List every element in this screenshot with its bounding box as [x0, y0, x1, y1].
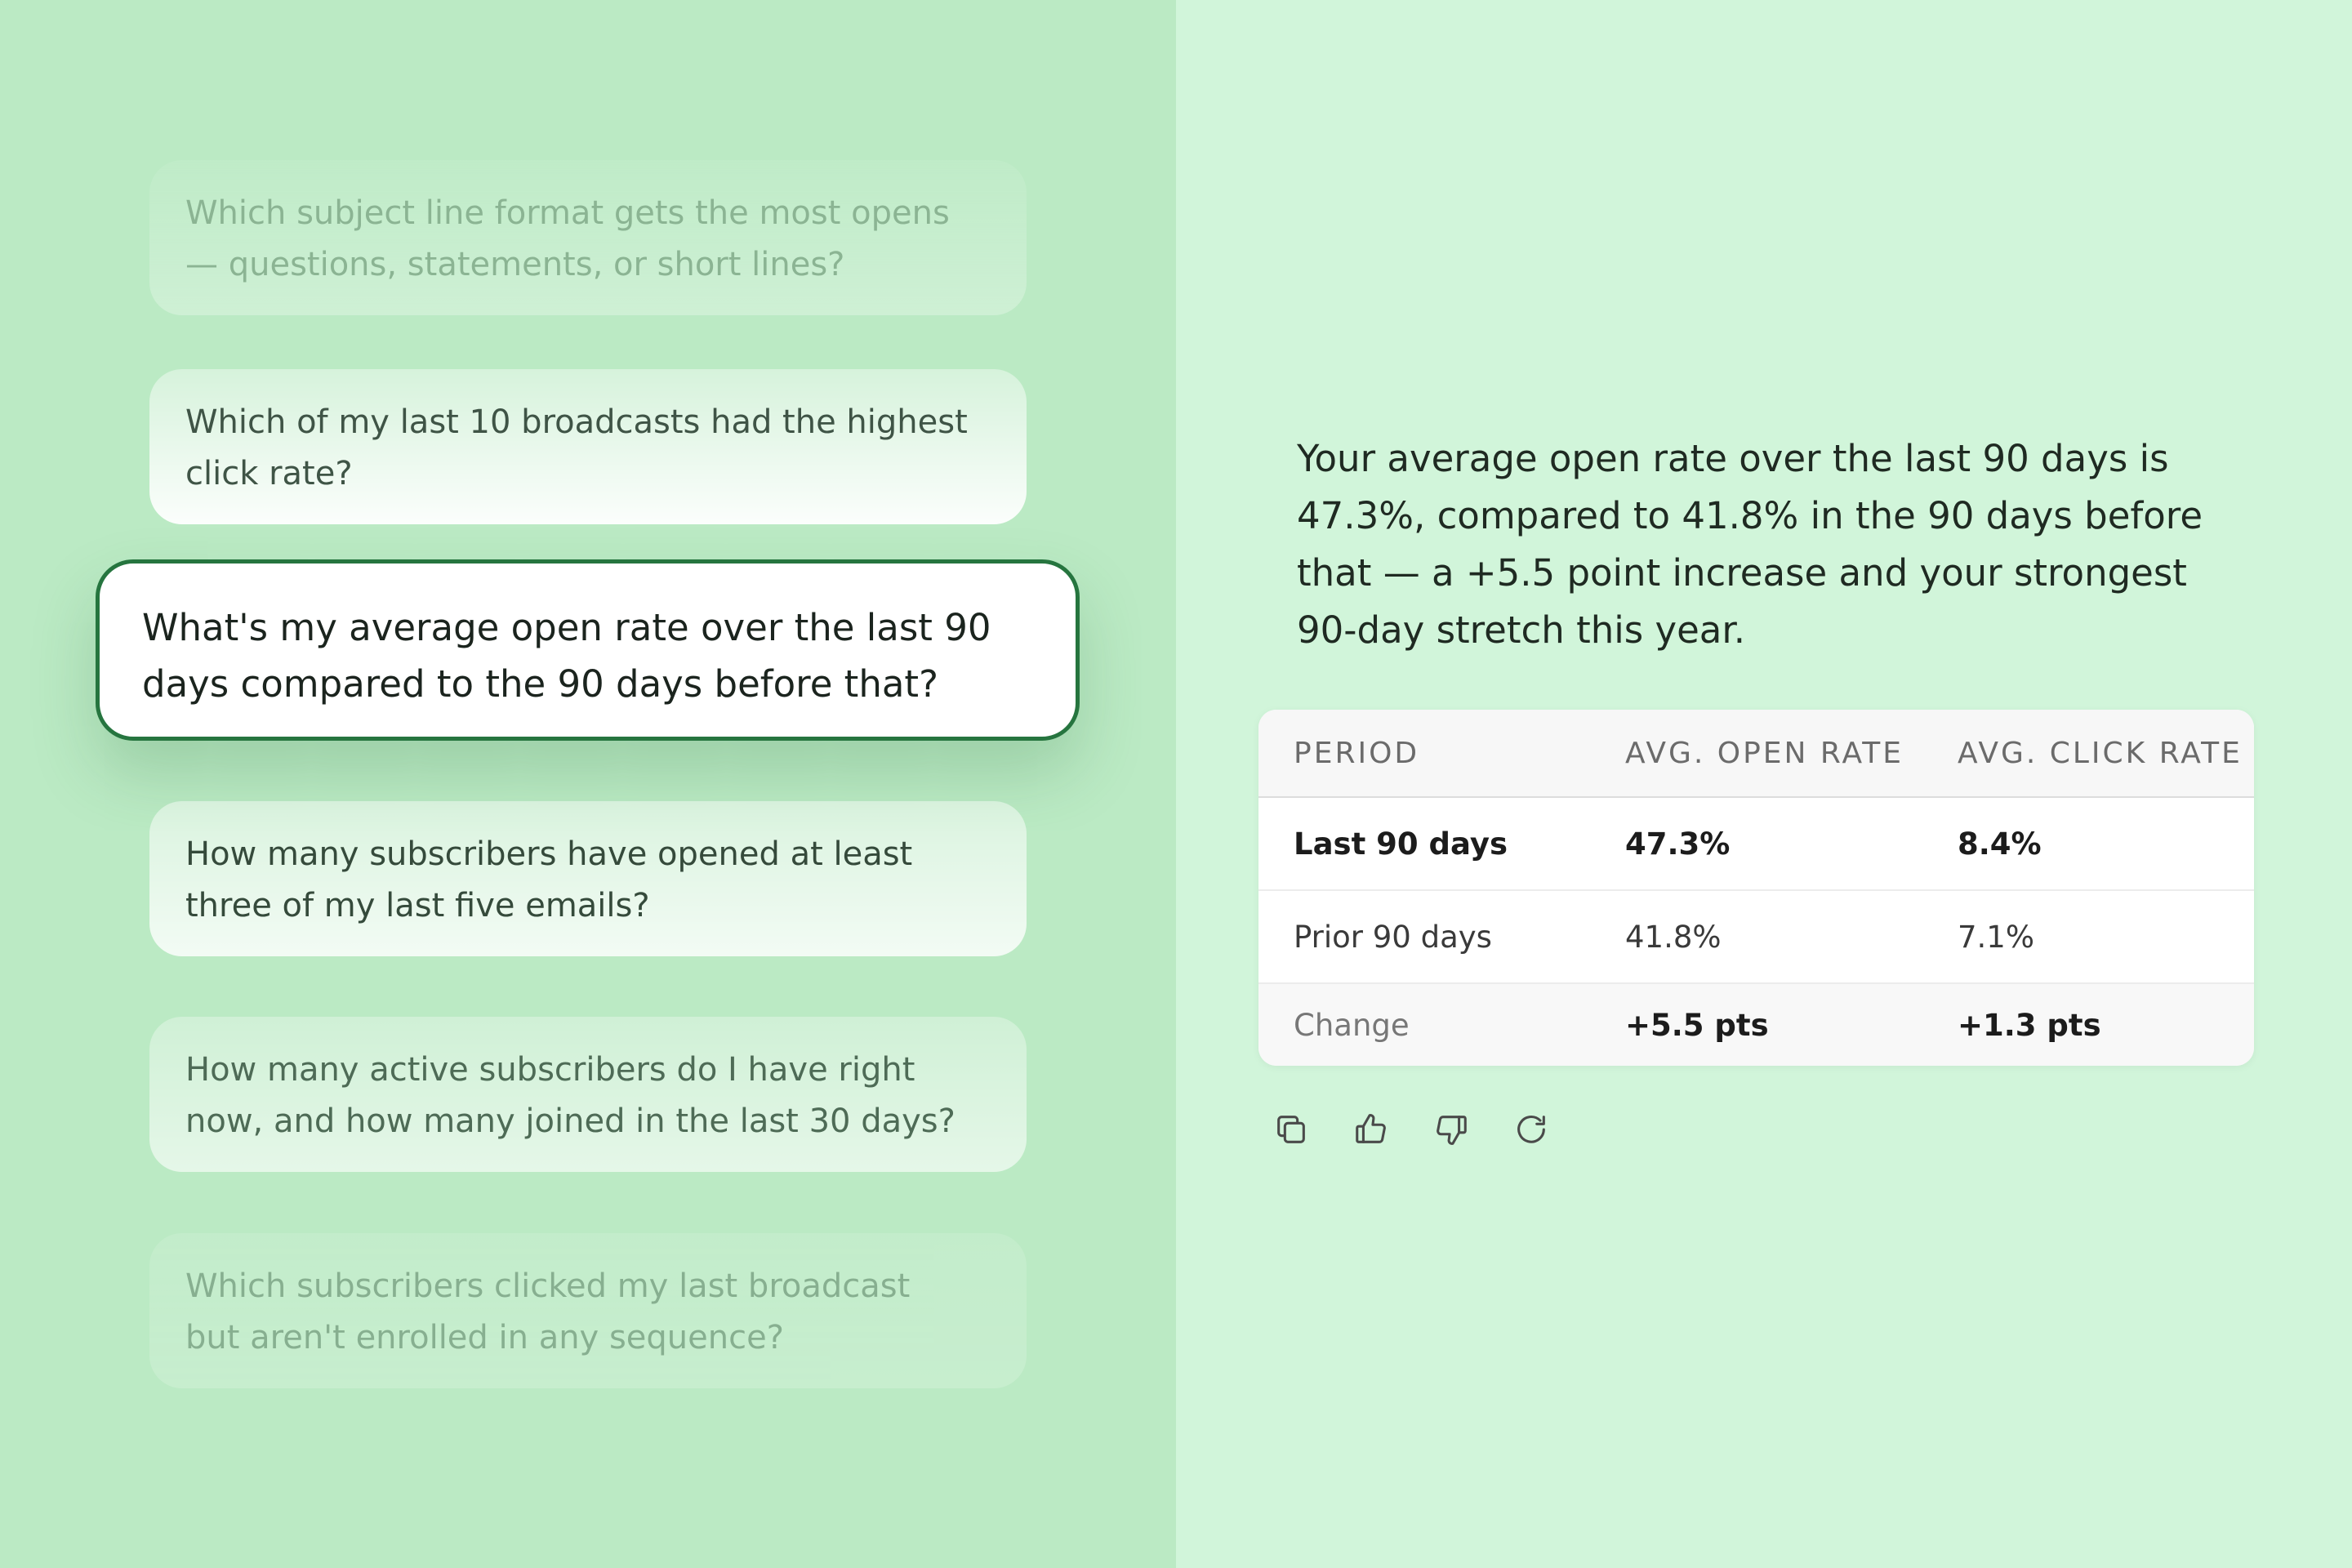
table-cell: +1.3 pts [1958, 1007, 2101, 1043]
regenerate-button[interactable] [1511, 1109, 1552, 1150]
answer-panel: Your average open rate over the last 90 … [1176, 0, 2352, 1568]
suggestions-panel: Which subject line format gets the most … [0, 0, 1176, 1568]
suggestion-card[interactable]: Which subscribers clicked my last broadc… [149, 1233, 1027, 1388]
suggestion-text: Which of my last 10 broadcasts had the h… [185, 403, 968, 441]
thumbs-down-icon [1437, 1116, 1467, 1145]
suggestion-text: now, and how many joined in the last 30 … [185, 1102, 956, 1140]
thumbs-up-button[interactable] [1351, 1109, 1392, 1150]
header-period: PERIOD [1294, 736, 1420, 770]
thumbs-down-button[interactable] [1431, 1109, 1472, 1150]
suggestion-card[interactable]: Which of my last 10 broadcasts had the h… [149, 369, 1027, 524]
suggestion-card[interactable]: How many active subscribers do I have ri… [149, 1017, 1027, 1172]
suggestion-text: Which subject line format gets the most … [185, 194, 950, 232]
header-open-rate: AVG. OPEN RATE [1625, 736, 1904, 770]
suggestion-text: How many subscribers have opened at leas… [185, 835, 913, 873]
suggestion-text: but aren't enrolled in any sequence? [185, 1319, 784, 1356]
copy-button[interactable] [1271, 1109, 1312, 1150]
suggestion-text: What's my average open rate over the las… [142, 606, 991, 649]
suggestion-text: days compared to the 90 days before that… [142, 662, 938, 706]
message-actions [1271, 1109, 1552, 1150]
table-cell: Change [1294, 1007, 1410, 1043]
app-page: Which subject line format gets the most … [0, 0, 2352, 1568]
suggestion-text: How many active subscribers do I have ri… [185, 1051, 915, 1089]
table-cell: +5.5 pts [1625, 1007, 1769, 1043]
answer-text: Your average open rate over the last 90 … [1297, 430, 2228, 659]
copy-icon [1277, 1116, 1305, 1143]
refresh-icon [1517, 1115, 1545, 1143]
table-row: Change +5.5 pts +1.3 pts [1258, 984, 2254, 1066]
suggestion-text: click rate? [185, 455, 353, 492]
table-header-row: PERIOD AVG. OPEN RATE AVG. CLICK RATE [1258, 710, 2254, 798]
answer-line: 90-day stretch this year. [1297, 608, 1746, 652]
answer-line: Your average open rate over the last 90 … [1297, 437, 2169, 480]
header-click-rate: AVG. CLICK RATE [1958, 736, 2243, 770]
suggestion-card[interactable]: How many subscribers have opened at leas… [149, 801, 1027, 956]
suggestion-text: — questions, statements, or short lines? [185, 246, 845, 283]
table-cell: 7.1% [1958, 919, 2034, 955]
answer-line: that — a +5.5 point increase and your st… [1297, 551, 2187, 595]
table-cell: Last 90 days [1294, 826, 1508, 862]
suggestion-text: three of my last five emails? [185, 887, 650, 924]
table-row: Prior 90 days 41.8% 7.1% [1258, 891, 2254, 984]
suggestion-card[interactable]: Which subject line format gets the most … [149, 160, 1027, 315]
selected-suggestion-card[interactable]: What's my average open rate over the las… [96, 559, 1080, 741]
table-cell: 47.3% [1625, 826, 1731, 862]
stats-table: PERIOD AVG. OPEN RATE AVG. CLICK RATE La… [1258, 710, 2254, 1066]
suggestion-text: Which subscribers clicked my last broadc… [185, 1267, 911, 1305]
answer-line: 47.3%, compared to 41.8% in the 90 days … [1297, 494, 2203, 537]
table-row: Last 90 days 47.3% 8.4% [1258, 798, 2254, 891]
table-cell: Prior 90 days [1294, 919, 1492, 955]
table-cell: 8.4% [1958, 826, 2042, 862]
thumbs-up-icon [1356, 1114, 1386, 1143]
table-cell: 41.8% [1625, 919, 1722, 955]
